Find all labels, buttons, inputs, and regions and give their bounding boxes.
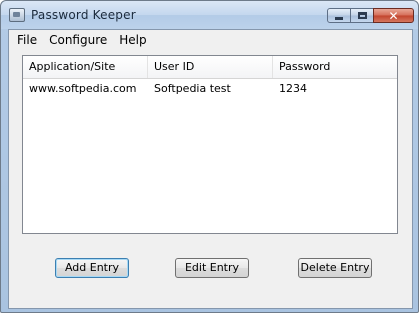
menu-help[interactable]: Help [113, 30, 152, 50]
app-icon[interactable] [9, 8, 25, 22]
minimize-button[interactable] [327, 8, 351, 23]
window-title: Password Keeper [31, 8, 136, 22]
client-area: File Configure Help Application/Site Use… [8, 29, 413, 309]
menu-bar: File Configure Help [9, 30, 412, 50]
minimize-icon [335, 16, 343, 20]
menu-file[interactable]: File [9, 30, 43, 50]
title-bar[interactable]: Password Keeper ✕ [1, 1, 418, 29]
close-button[interactable]: ✕ [373, 8, 414, 23]
close-icon: ✕ [388, 8, 399, 23]
delete-entry-button[interactable]: Delete Entry [298, 258, 372, 278]
cell-user-id: Softpedia test [154, 82, 231, 95]
add-entry-button[interactable]: Add Entry [55, 258, 129, 278]
cell-application-site: www.softpedia.com [29, 82, 137, 95]
edit-entry-button[interactable]: Edit Entry [175, 258, 249, 278]
column-header-password[interactable]: Password [273, 56, 397, 78]
column-header-application-site[interactable]: Application/Site [23, 56, 148, 78]
app-window: Password Keeper ✕ File Configure Help Ap… [0, 0, 419, 313]
cell-password: 1234 [279, 82, 307, 95]
maximize-button[interactable] [350, 8, 374, 23]
column-header-user-id[interactable]: User ID [148, 56, 273, 78]
maximize-icon [357, 12, 367, 19]
list-row[interactable]: www.softpedia.com Softpedia test 1234 [23, 79, 397, 99]
list-header: Application/Site User ID Password [23, 56, 397, 79]
entries-list[interactable]: Application/Site User ID Password www.so… [22, 55, 398, 234]
menu-configure[interactable]: Configure [43, 30, 113, 50]
